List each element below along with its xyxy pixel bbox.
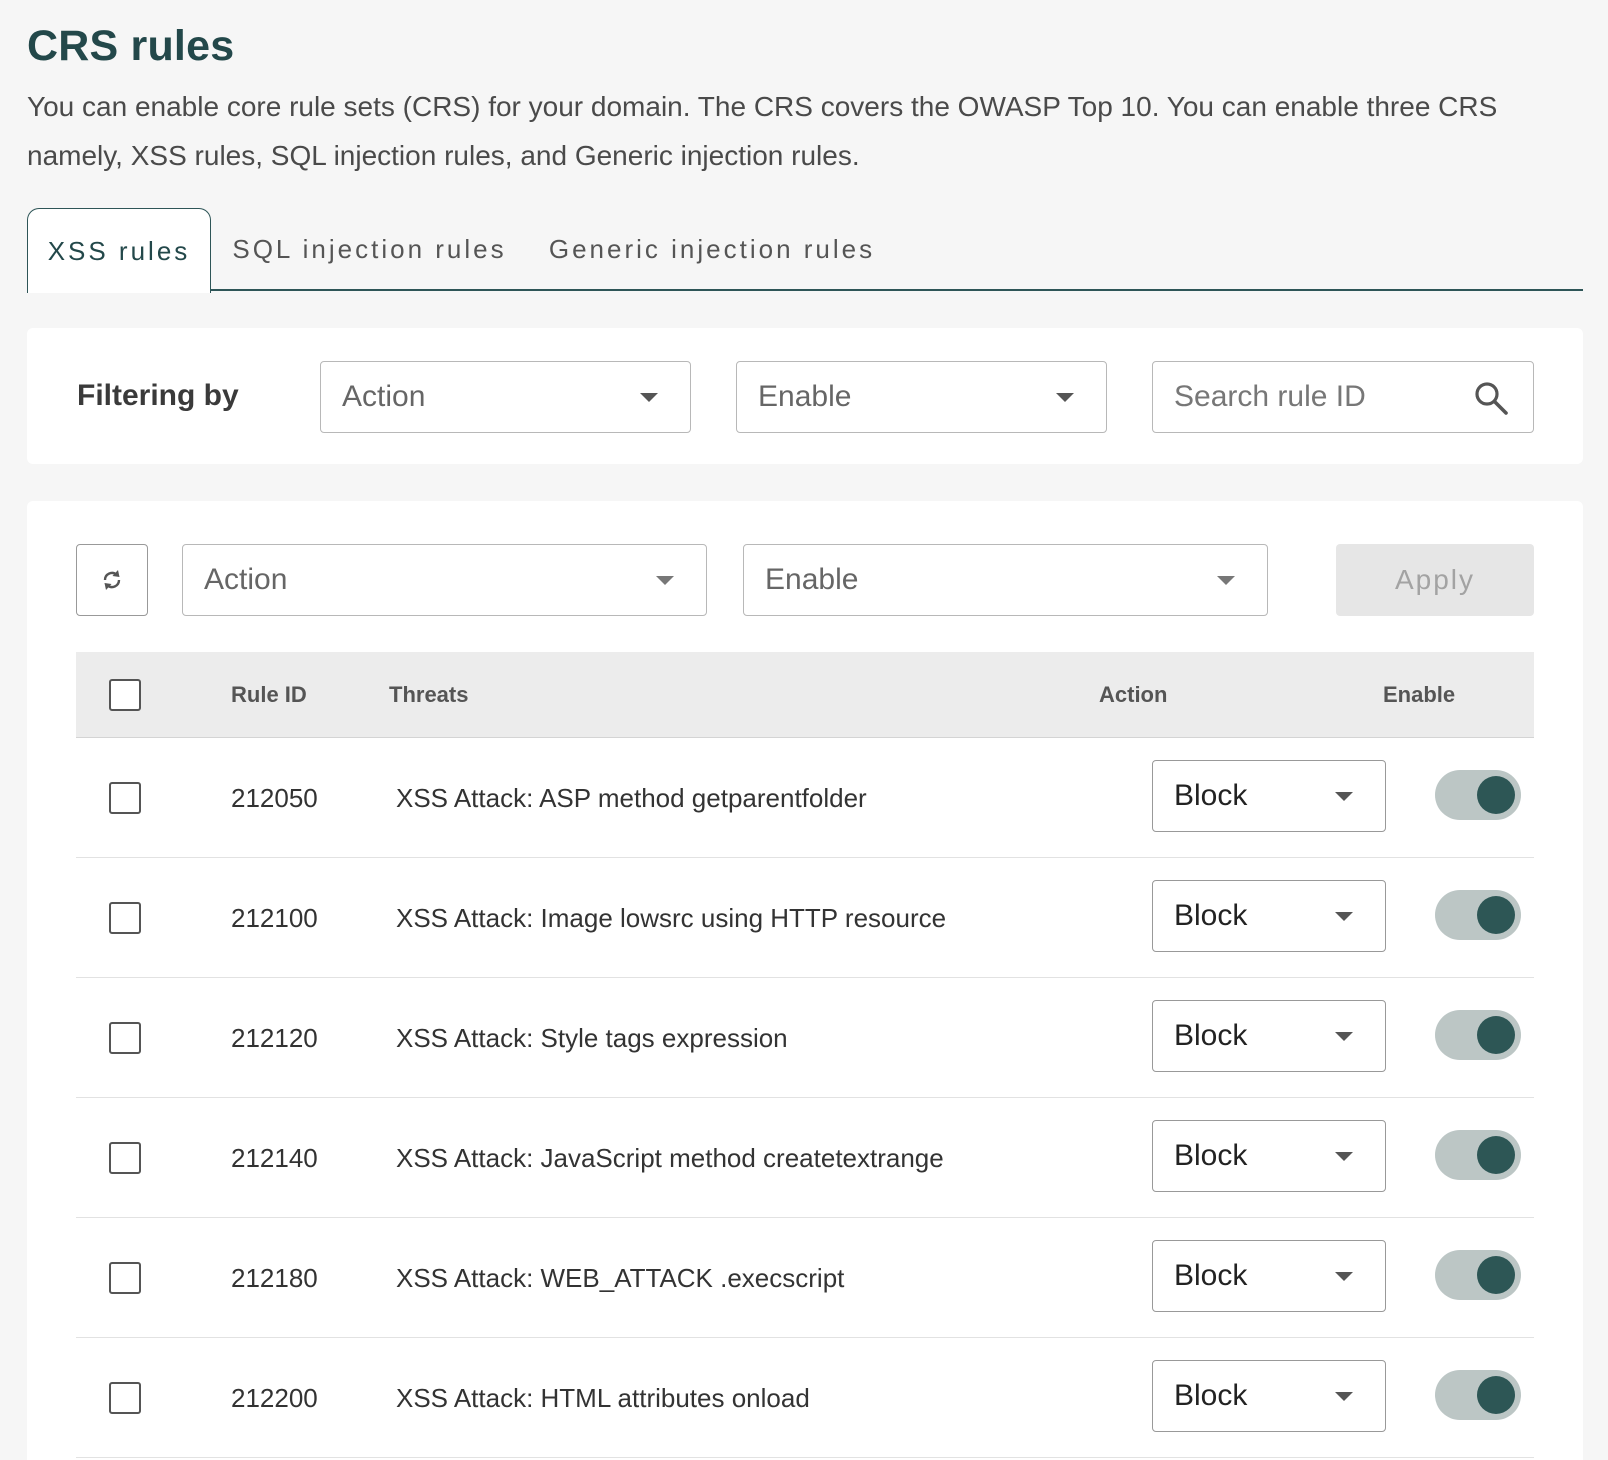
enable-toggle[interactable] <box>1435 1370 1521 1420</box>
row-action-select[interactable]: Block <box>1152 1120 1386 1192</box>
threat-cell: XSS Attack: ASP method getparentfolder <box>396 782 867 813</box>
chevron-down-icon <box>1335 912 1353 921</box>
rules-table-panel: Action Enable Apply Rule ID Threats Acti… <box>27 501 1583 1460</box>
row-action-value: Block <box>1174 1139 1248 1172</box>
table-row: 212140 XSS Attack: JavaScript method cre… <box>76 1098 1534 1218</box>
row-action-select[interactable]: Block <box>1152 880 1386 952</box>
rule-id-cell: 212120 <box>231 1022 318 1053</box>
bulk-enable-value: Enable <box>765 563 859 596</box>
rule-id-cell: 212100 <box>231 902 318 933</box>
row-action-select[interactable]: Block <box>1152 760 1386 832</box>
enable-toggle[interactable] <box>1435 1010 1521 1060</box>
tab-generic-injection-rules[interactable]: Generic injection rules <box>547 208 877 291</box>
chevron-down-icon <box>1335 1152 1353 1161</box>
filter-label: Filtering by <box>77 379 239 412</box>
column-header-action: Action <box>1099 682 1168 707</box>
refresh-icon <box>103 570 121 590</box>
tab-xss-rules[interactable]: XSS rules <box>27 208 211 293</box>
filter-action-select[interactable]: Action <box>320 361 691 433</box>
search-placeholder: Search rule ID <box>1174 380 1366 413</box>
filter-enable-value: Enable <box>758 380 852 413</box>
search-icon[interactable] <box>1473 380 1509 416</box>
rule-id-cell: 212050 <box>231 782 318 813</box>
column-header-rule-id: Rule ID <box>231 682 307 707</box>
threat-cell: XSS Attack: Style tags expression <box>396 1022 788 1053</box>
select-all-checkbox[interactable] <box>109 679 141 711</box>
page-description: You can enable core rule sets (CRS) for … <box>27 91 1498 171</box>
apply-button[interactable]: Apply <box>1336 544 1534 616</box>
chevron-down-icon <box>656 576 674 585</box>
filter-action-value: Action <box>342 380 426 413</box>
bulk-action-value: Action <box>204 563 288 596</box>
row-action-value: Block <box>1174 1379 1248 1412</box>
table-row: 212200 XSS Attack: HTML attributes onloa… <box>76 1338 1534 1458</box>
toggle-knob <box>1477 1136 1515 1174</box>
threat-cell: XSS Attack: HTML attributes onload <box>396 1382 810 1413</box>
row-action-select[interactable]: Block <box>1152 1000 1386 1072</box>
bulk-action-select[interactable]: Action <box>182 544 707 616</box>
row-action-select[interactable]: Block <box>1152 1360 1386 1432</box>
enable-toggle[interactable] <box>1435 1250 1521 1300</box>
table-row: 212050 XSS Attack: ASP method getparentf… <box>76 738 1534 858</box>
row-action-value: Block <box>1174 1259 1248 1292</box>
row-checkbox[interactable] <box>109 782 141 814</box>
row-checkbox[interactable] <box>109 1142 141 1174</box>
threat-cell: XSS Attack: Image lowsrc using HTTP reso… <box>396 902 947 933</box>
threat-cell: XSS Attack: WEB_ATTACK .execscript <box>396 1262 845 1293</box>
row-checkbox[interactable] <box>109 902 141 934</box>
column-header-threats: Threats <box>389 682 469 707</box>
chevron-down-icon <box>1335 1392 1353 1401</box>
rule-id-cell: 212200 <box>231 1382 318 1413</box>
toggle-knob <box>1477 776 1515 814</box>
column-header-enable: Enable <box>1383 682 1456 707</box>
chevron-down-icon <box>1335 1032 1353 1041</box>
rule-id-cell: 212180 <box>231 1262 318 1293</box>
toggle-knob <box>1477 1256 1515 1294</box>
toggle-knob <box>1477 1016 1515 1054</box>
search-rule-id-input[interactable]: Search rule ID <box>1152 361 1534 433</box>
chevron-down-icon <box>1056 393 1074 402</box>
enable-toggle[interactable] <box>1435 890 1521 940</box>
filter-panel: Filtering by Action Enable Search rule I… <box>27 328 1583 464</box>
row-checkbox[interactable] <box>109 1022 141 1054</box>
row-action-value: Block <box>1174 779 1248 812</box>
enable-toggle[interactable] <box>1435 770 1521 820</box>
chevron-down-icon <box>1335 1272 1353 1281</box>
page-title: CRS rules <box>27 22 235 70</box>
row-checkbox[interactable] <box>109 1382 141 1414</box>
toggle-knob <box>1477 896 1515 934</box>
row-action-select[interactable]: Block <box>1152 1240 1386 1312</box>
enable-toggle[interactable] <box>1435 1130 1521 1180</box>
table-row: 212120 XSS Attack: Style tags expression… <box>76 978 1534 1098</box>
rule-id-cell: 212140 <box>231 1142 318 1173</box>
chevron-down-icon <box>1335 792 1353 801</box>
toggle-knob <box>1477 1376 1515 1414</box>
threat-cell: XSS Attack: JavaScript method createtext… <box>396 1142 944 1173</box>
filter-enable-select[interactable]: Enable <box>736 361 1107 433</box>
chevron-down-icon <box>640 393 658 402</box>
bulk-enable-select[interactable]: Enable <box>743 544 1268 616</box>
row-action-value: Block <box>1174 1019 1248 1052</box>
tab-sql-injection-rules[interactable]: SQL injection rules <box>217 208 522 291</box>
row-checkbox[interactable] <box>109 1262 141 1294</box>
refresh-button[interactable] <box>76 544 148 616</box>
table-row: 212180 XSS Attack: WEB_ATTACK .execscrip… <box>76 1218 1534 1338</box>
row-action-value: Block <box>1174 899 1248 932</box>
rule-set-tabs: XSS rules SQL injection rules Generic in… <box>27 208 1583 293</box>
chevron-down-icon <box>1217 576 1235 585</box>
table-header: Rule ID Threats Action Enable <box>76 652 1534 738</box>
table-row: 212100 XSS Attack: Image lowsrc using HT… <box>76 858 1534 978</box>
